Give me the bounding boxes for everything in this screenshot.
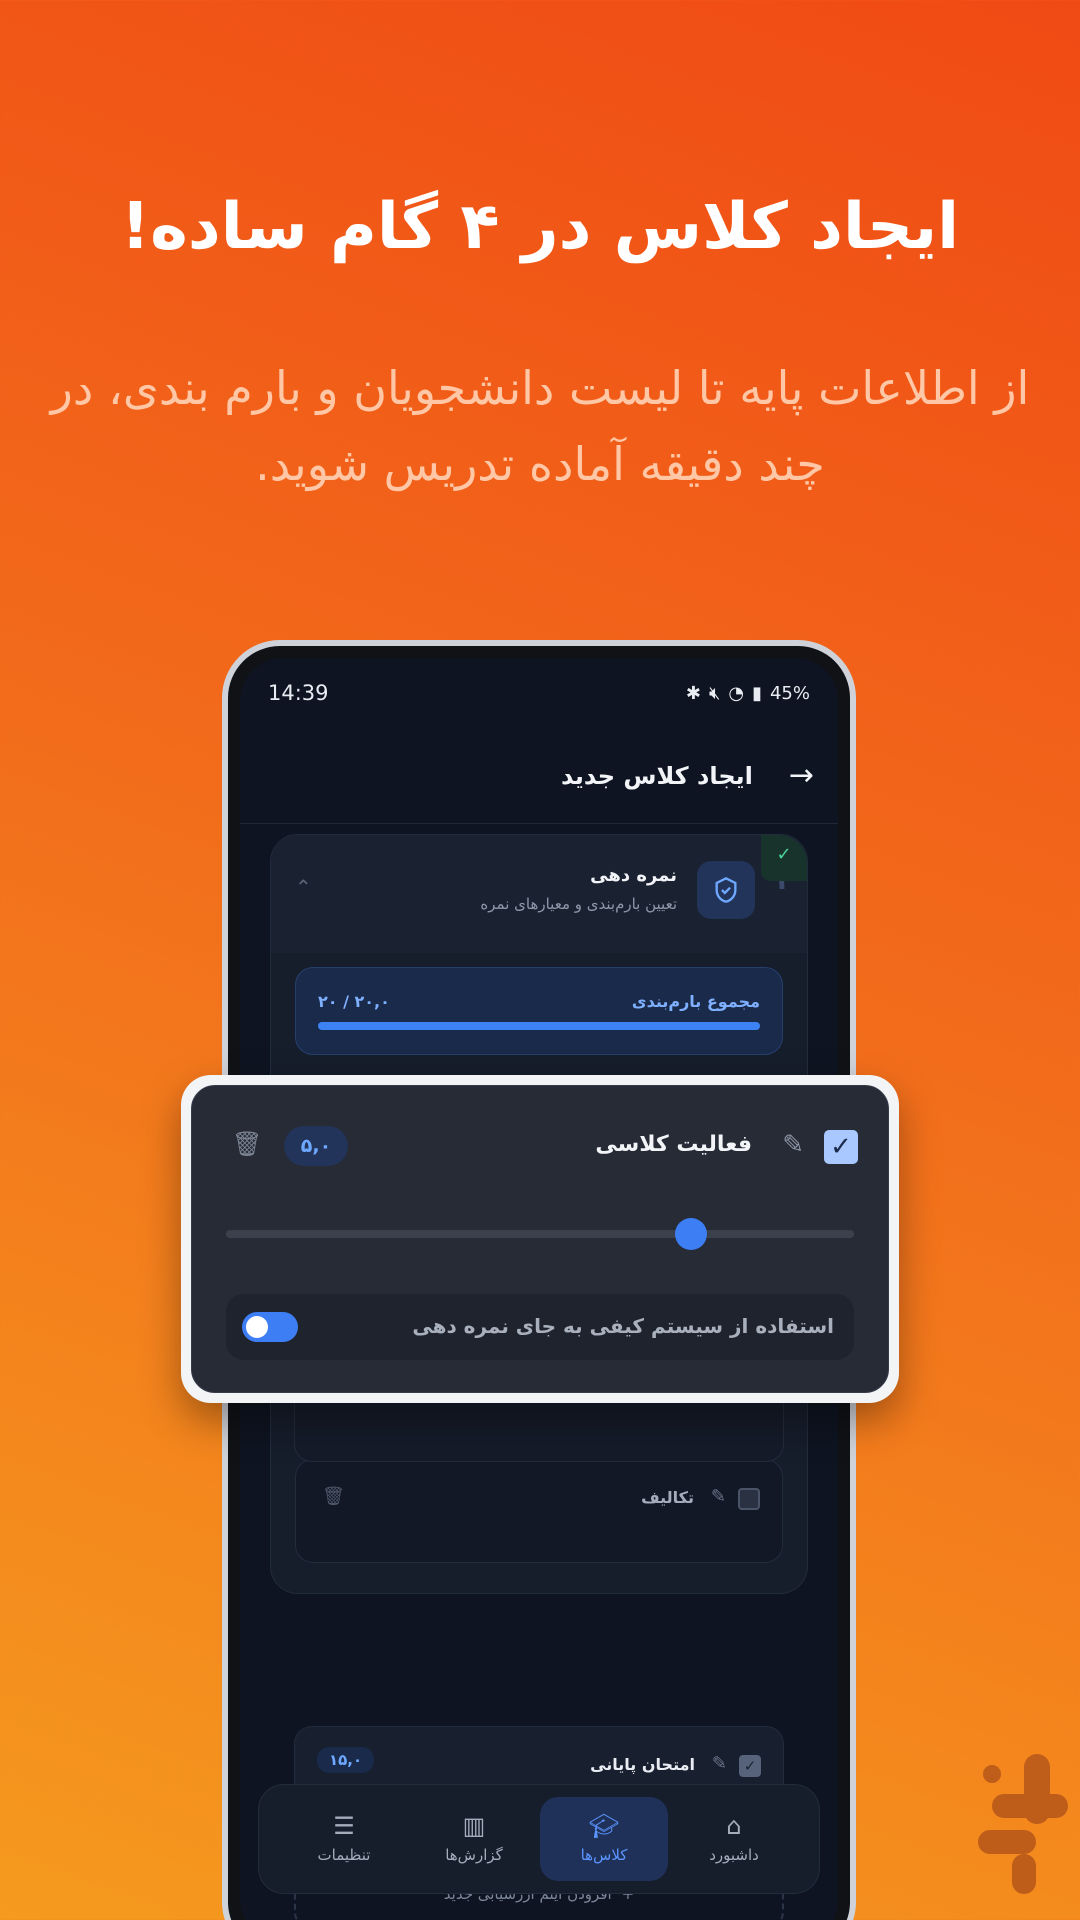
wifi-icon: ◔ (728, 682, 745, 704)
nav-label: گزارش‌ها (445, 1846, 503, 1864)
nav-label: تنظیمات (317, 1846, 371, 1864)
qualitative-toggle[interactable] (242, 1312, 298, 1342)
subheadline: از اطلاعات پایه تا لیست دانشجویان و بارم… (50, 361, 1030, 491)
section-title: نمره دهی (590, 865, 677, 886)
total-weight-value: ۲۰ / ۲۰,۰ (318, 992, 390, 1011)
trash-icon[interactable]: 🗑︎ (232, 1130, 262, 1158)
app-bar: ایجاد کلاس جدید → (240, 728, 838, 824)
nav-dashboard[interactable]: ⌂ داشبورد (670, 1797, 798, 1881)
nav-label: داشبورد (709, 1846, 759, 1864)
chevron-up-icon[interactable]: ⌃ (295, 875, 312, 899)
sliders-icon: ☰ (333, 1812, 355, 1840)
section-header[interactable]: ۴ ✓ نمره دهی تعیین بارم‌بندی و معیارهای … (271, 835, 807, 953)
activity-checkbox[interactable]: ✓ (824, 1130, 858, 1164)
shield-icon (697, 861, 755, 919)
status-time: 14:39 (268, 681, 329, 705)
store-logo-icon (978, 1754, 1068, 1894)
total-weight-fill (318, 1022, 760, 1030)
total-weight-bar (318, 1022, 760, 1030)
list-item-homework: ✎ تکالیف 🗑︎ (295, 1459, 783, 1563)
mute-icon: 🔇︎ (709, 682, 721, 704)
nav-label: کلاس‌ها (580, 1846, 628, 1864)
edit-icon[interactable]: ✎ (782, 1130, 804, 1160)
activity-title: فعالیت کلاسی (595, 1132, 752, 1157)
slider-thumb[interactable] (674, 1218, 707, 1250)
edit-icon[interactable]: ✎ (712, 1753, 727, 1774)
nav-settings[interactable]: ☰ تنظیمات (280, 1797, 408, 1881)
headline: ایجاد کلاس در ۴ گام ساده! (120, 190, 960, 264)
final-exam-checkbox[interactable]: ✓ (739, 1755, 761, 1777)
home-icon: ⌂ (726, 1812, 742, 1840)
total-weight-box: مجموع بارم‌بندی ۲۰ / ۲۰,۰ (295, 967, 783, 1055)
total-weight-label: مجموع بارم‌بندی (631, 992, 760, 1011)
qualitative-toggle-row: استفاده از سیستم کیفی به جای نمره دهی (226, 1294, 854, 1360)
item-name: امتحان پایانی (590, 1755, 695, 1774)
section-subtitle: تعیین بارم‌بندی و معیارهای نمره (480, 895, 677, 913)
class-activity-card: ✓ ✎ فعالیت کلاسی ۵,۰ 🗑︎ استفاده از سیستم… (181, 1075, 899, 1403)
page-title: ایجاد کلاس جدید (560, 761, 753, 790)
edit-icon[interactable]: ✎ (711, 1486, 726, 1507)
item-name: تکالیف (641, 1488, 694, 1507)
toggle-label: استفاده از سیستم کیفی به جای نمره دهی (412, 1314, 834, 1338)
item-score-badge: ۱۵,۰ (317, 1747, 375, 1773)
homework-checkbox[interactable] (738, 1488, 760, 1510)
nav-reports[interactable]: ▥ گزارش‌ها (410, 1797, 538, 1881)
score-slider[interactable] (226, 1218, 854, 1250)
trash-icon[interactable]: 🗑︎ (322, 1486, 345, 1507)
back-arrow-icon[interactable]: → (789, 758, 814, 793)
nav-classes[interactable]: 🎓︎ کلاس‌ها (540, 1797, 668, 1881)
battery-percent: 45% (769, 682, 810, 704)
bar-chart-icon: ▥ (462, 1812, 486, 1840)
bluetooth-icon: ✱ (685, 682, 702, 704)
signal-icon: ▮ (752, 682, 762, 704)
toggle-knob (246, 1316, 268, 1338)
bottom-navigation: ⌂ داشبورد 🎓︎ کلاس‌ها ▥ گزارش‌ها ☰ تنظیما… (258, 1784, 820, 1894)
graduation-cap-icon: 🎓︎ (588, 1812, 620, 1840)
status-bar: 14:39 ✱ 🔇︎ ◔ ▮ 45% (268, 678, 810, 708)
activity-score-badge: ۵,۰ (284, 1126, 348, 1166)
check-icon: ✓ (761, 835, 807, 881)
